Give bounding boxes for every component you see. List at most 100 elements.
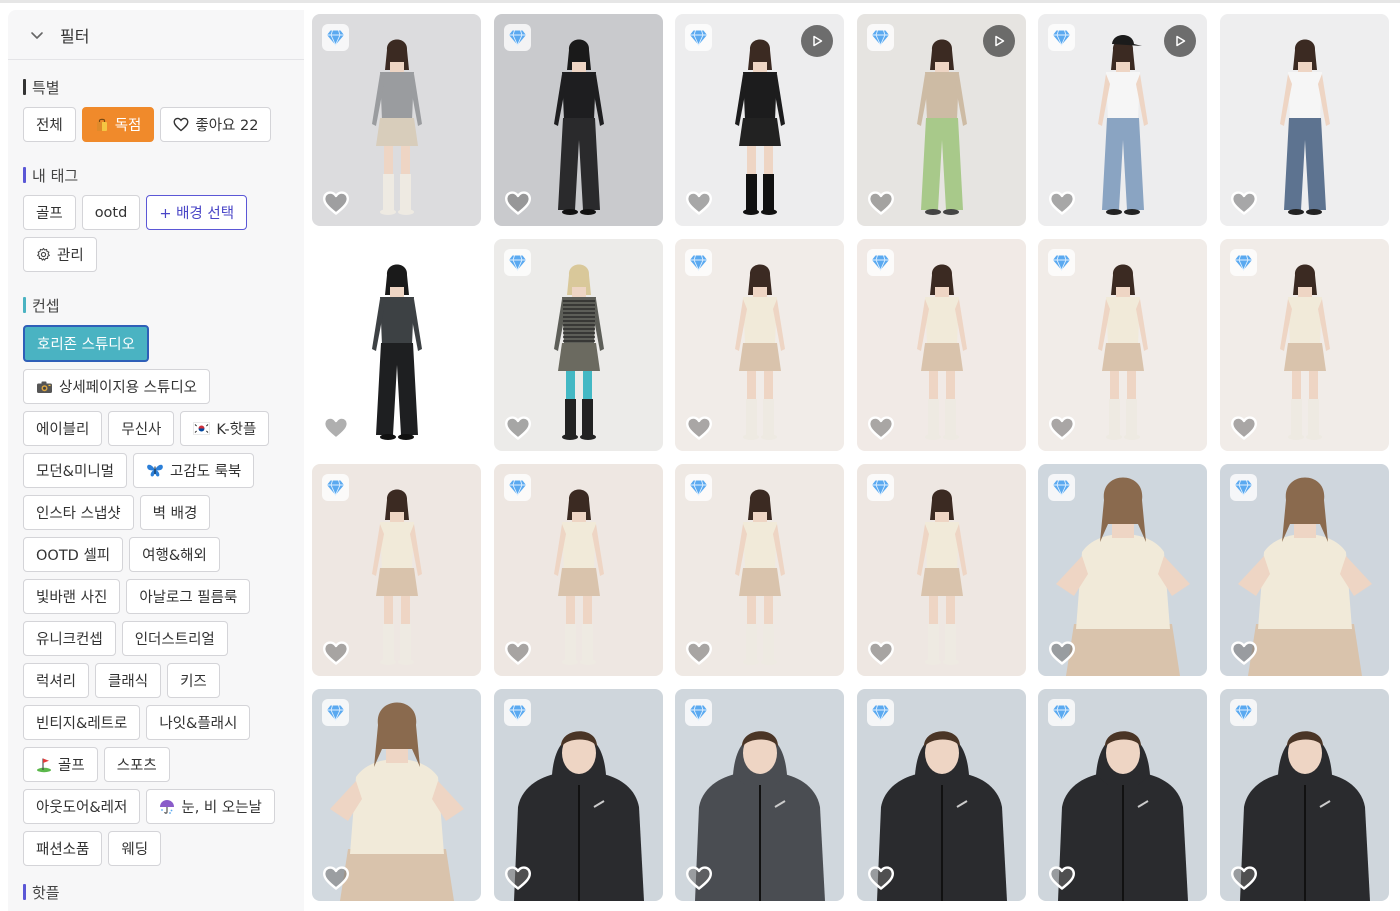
chip-concept-1[interactable]: 상세페이지용 스튜디오 bbox=[23, 369, 211, 404]
like-heart-icon[interactable] bbox=[1048, 865, 1076, 891]
chip-concept-24[interactable]: 패션소품 bbox=[23, 831, 103, 866]
chip-special-2[interactable]: 좋아요 22 bbox=[160, 107, 272, 142]
like-heart-icon[interactable] bbox=[1230, 865, 1258, 891]
chip-label: 패션소품 bbox=[36, 842, 90, 858]
like-heart-icon[interactable] bbox=[685, 640, 713, 666]
image-card[interactable] bbox=[1038, 689, 1207, 901]
image-card[interactable] bbox=[1220, 14, 1389, 226]
chip-special-1[interactable]: 독점 bbox=[81, 107, 155, 142]
like-heart-icon[interactable] bbox=[685, 865, 713, 891]
play-icon[interactable] bbox=[1164, 25, 1196, 57]
chip-concept-2[interactable]: 에이블리 bbox=[23, 411, 103, 446]
chip-mytag-0[interactable]: 골프 bbox=[23, 195, 76, 230]
image-card[interactable] bbox=[1220, 689, 1389, 901]
chip-concept-16[interactable]: 클래식 bbox=[95, 663, 162, 698]
image-card[interactable] bbox=[312, 464, 481, 676]
chip-concept-6[interactable]: 고감도 룩북 bbox=[133, 453, 255, 488]
image-card[interactable] bbox=[1038, 239, 1207, 451]
filter-title: 필터 bbox=[60, 26, 90, 46]
section-label: 내 태그 bbox=[32, 166, 79, 185]
section-label: 핫플 bbox=[32, 883, 60, 902]
image-card[interactable] bbox=[857, 14, 1026, 226]
image-card[interactable] bbox=[1038, 464, 1207, 676]
like-heart-icon[interactable] bbox=[1230, 640, 1258, 666]
chip-mytag-2[interactable]: + 배경 선택 bbox=[146, 195, 248, 230]
image-card[interactable] bbox=[675, 689, 844, 901]
chip-concept-0[interactable]: 호리존 스튜디오 bbox=[23, 325, 149, 362]
like-heart-icon[interactable] bbox=[322, 415, 350, 441]
like-heart-icon[interactable] bbox=[1230, 190, 1258, 216]
chip-concept-9[interactable]: OOTD 셀피 bbox=[23, 537, 124, 572]
image-card[interactable] bbox=[675, 239, 844, 451]
image-card[interactable] bbox=[494, 689, 663, 901]
chip-concept-18[interactable]: 빈티지&레트로 bbox=[23, 705, 141, 740]
like-heart-icon[interactable] bbox=[1048, 190, 1076, 216]
chip-concept-11[interactable]: 빛바랜 사진 bbox=[23, 579, 121, 614]
image-card[interactable] bbox=[857, 464, 1026, 676]
like-heart-icon[interactable] bbox=[1048, 415, 1076, 441]
like-heart-icon[interactable] bbox=[504, 415, 532, 441]
chip-concept-10[interactable]: 여행&해외 bbox=[129, 537, 220, 572]
image-card[interactable] bbox=[312, 689, 481, 901]
image-card[interactable] bbox=[1220, 239, 1389, 451]
chip-concept-23[interactable]: 눈, 비 오는날 bbox=[146, 789, 275, 824]
image-card[interactable] bbox=[494, 14, 663, 226]
like-heart-icon[interactable] bbox=[504, 190, 532, 216]
filter-sidebar: 필터 특별 전체 독점 좋아요 22 내 태그 골프 ootd + 배경 선택 관리 컨셉… bbox=[8, 10, 304, 911]
image-card[interactable] bbox=[675, 464, 844, 676]
like-heart-icon[interactable] bbox=[685, 415, 713, 441]
chip-concept-5[interactable]: 모던&미니멀 bbox=[23, 453, 128, 488]
like-heart-icon[interactable] bbox=[685, 190, 713, 216]
chevron-down-icon[interactable] bbox=[28, 26, 46, 44]
image-card[interactable] bbox=[494, 464, 663, 676]
diamond-icon bbox=[504, 699, 531, 726]
image-card[interactable] bbox=[857, 239, 1026, 451]
image-card[interactable] bbox=[494, 239, 663, 451]
chip-label: 골프 bbox=[36, 206, 63, 222]
like-heart-icon[interactable] bbox=[867, 865, 895, 891]
chip-concept-22[interactable]: 아웃도어&레저 bbox=[23, 789, 141, 824]
chip-concept-19[interactable]: 나잇&플래시 bbox=[146, 705, 251, 740]
chip-concept-21[interactable]: 스포츠 bbox=[103, 747, 170, 782]
play-icon[interactable] bbox=[983, 25, 1015, 57]
chip-concept-12[interactable]: 아날로그 필름룩 bbox=[126, 579, 251, 614]
chip-concept-25[interactable]: 웨딩 bbox=[108, 831, 162, 866]
chip-concept-4[interactable]: K-핫플 bbox=[180, 411, 270, 446]
chip-label: 모던&미니멀 bbox=[36, 464, 115, 480]
chip-concept-8[interactable]: 벽 배경 bbox=[139, 495, 211, 530]
like-heart-icon[interactable] bbox=[504, 865, 532, 891]
diamond-icon bbox=[1048, 699, 1075, 726]
chip-concept-3[interactable]: 무신사 bbox=[108, 411, 175, 446]
image-card[interactable] bbox=[675, 14, 844, 226]
like-heart-icon[interactable] bbox=[322, 190, 350, 216]
image-card[interactable] bbox=[1038, 14, 1207, 226]
like-heart-icon[interactable] bbox=[1230, 415, 1258, 441]
like-heart-icon[interactable] bbox=[867, 415, 895, 441]
chip-concept-20[interactable]: 골프 bbox=[23, 747, 98, 782]
diamond-icon bbox=[322, 699, 349, 726]
top-divider bbox=[0, 0, 1400, 3]
chip-concept-13[interactable]: 유니크컨셉 bbox=[23, 621, 116, 656]
chip-concept-15[interactable]: 럭셔리 bbox=[23, 663, 90, 698]
chip-label: 클래식 bbox=[108, 674, 149, 690]
chip-concept-7[interactable]: 인스타 스냅샷 bbox=[23, 495, 134, 530]
image-card[interactable] bbox=[1220, 464, 1389, 676]
like-heart-icon[interactable] bbox=[322, 640, 350, 666]
like-heart-icon[interactable] bbox=[867, 640, 895, 666]
image-card[interactable] bbox=[312, 14, 481, 226]
chip-concept-17[interactable]: 키즈 bbox=[167, 663, 220, 698]
chip-special-0[interactable]: 전체 bbox=[23, 107, 76, 142]
image-card[interactable] bbox=[312, 239, 481, 451]
chip-mytag-1[interactable]: ootd bbox=[81, 195, 141, 230]
like-heart-icon[interactable] bbox=[504, 640, 532, 666]
like-heart-icon[interactable] bbox=[1048, 640, 1076, 666]
filter-header[interactable]: 필터 bbox=[8, 10, 304, 60]
like-heart-icon[interactable] bbox=[322, 865, 350, 891]
chip-label: 키즈 bbox=[180, 674, 207, 690]
chip-concept-14[interactable]: 인더스트리얼 bbox=[121, 621, 228, 656]
section-hotplace: 핫플 bbox=[8, 881, 60, 903]
play-icon[interactable] bbox=[801, 25, 833, 57]
chip-mytag-3[interactable]: 관리 bbox=[23, 237, 97, 272]
image-card[interactable] bbox=[857, 689, 1026, 901]
like-heart-icon[interactable] bbox=[867, 190, 895, 216]
